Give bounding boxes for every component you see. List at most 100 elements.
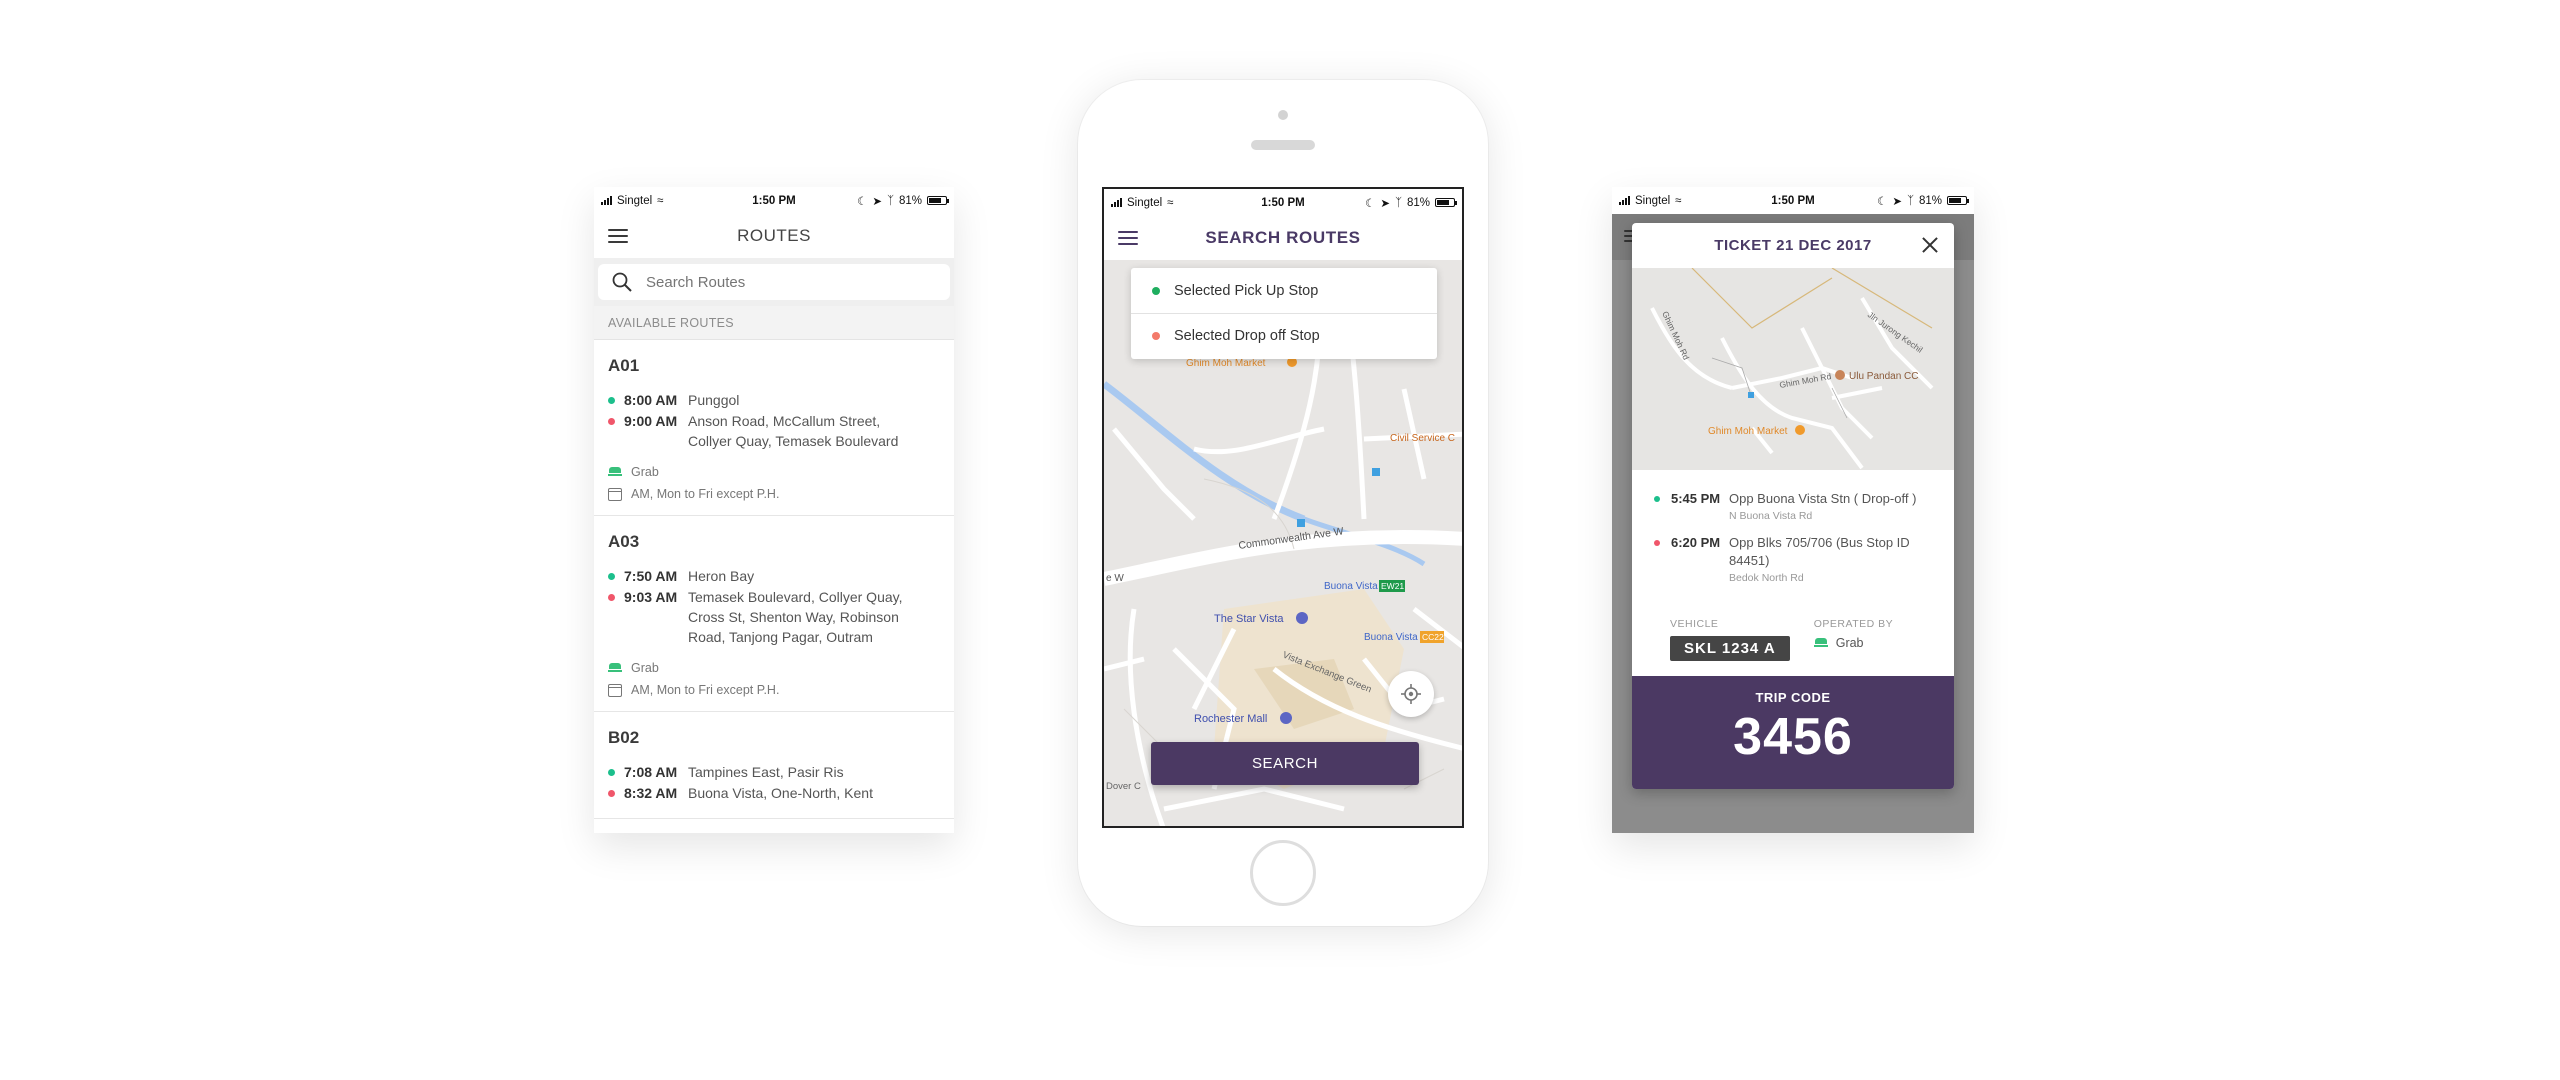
map-label-civil-service: Civil Service C: [1390, 433, 1455, 444]
moon-icon: ☾: [1877, 195, 1888, 208]
svg-text:CC22: CC22: [1422, 632, 1444, 642]
operator-name: Grab: [631, 661, 659, 675]
battery-icon: [1435, 198, 1457, 207]
bluetooth-icon: ᛉ: [887, 194, 894, 207]
route-card[interactable]: A01 8:00 AM Punggol 9:00 AM Anson Road, …: [594, 340, 954, 516]
stop-place: Punggol: [688, 392, 740, 408]
route-code: A01: [608, 356, 640, 375]
ticket-title: TICKET 21 DEC 2017: [1714, 237, 1872, 254]
trip-code-panel: TRIP CODE 3456: [1632, 676, 1954, 789]
battery-percent: 81%: [898, 194, 922, 207]
bus-stop-icon: [1748, 392, 1754, 398]
market-icon: [1795, 425, 1805, 435]
dropoff-stop: 9:00 AM Anson Road, McCallum Street, Col…: [608, 411, 940, 451]
carrier-name: Singtel: [1127, 196, 1163, 209]
stop-place: Anson Road, McCallum Street, Collyer Qua…: [688, 413, 899, 449]
ticket-screen: Singtel ≈ 1:50 PM ☾ ➤ ᛉ 81% TICKET 21 DE…: [1612, 187, 1974, 833]
stop-time: 9:00 AM: [624, 413, 678, 429]
stop-place: Opp Blks 705/706 (Bus Stop ID 84451): [1729, 535, 1910, 568]
pickup-dot-icon: [608, 573, 615, 580]
search-input[interactable]: [644, 272, 904, 292]
pickup-stop: 7:08 AM Tampines East, Pasir Ris: [608, 762, 940, 782]
dropoff-stop: 8:32 AM Buona Vista, One-North, Kent: [608, 783, 940, 803]
battery-icon: [1947, 196, 1969, 205]
trip-code-label: TRIP CODE: [1755, 690, 1831, 705]
dropoff-dot-icon: [1654, 540, 1660, 546]
menu-icon[interactable]: [608, 229, 628, 243]
dropoff-dot-icon: [608, 790, 615, 797]
pickup-dot-icon: [1654, 496, 1660, 502]
operator-name: Grab: [1835, 636, 1864, 650]
route-card[interactable]: B02 7:08 AM Tampines East, Pasir Ris 8:3…: [594, 712, 954, 819]
vehicle-block: VEHICLE SKL 1234 A: [1670, 618, 1790, 661]
search-bar: [594, 258, 954, 306]
route-code: A03: [608, 532, 640, 551]
calendar-icon: [608, 487, 622, 501]
stop-place: Tampines East, Pasir Ris: [688, 764, 844, 780]
signal-icon: [601, 196, 612, 205]
route-card[interactable]: A03 7:50 AM Heron Bay 9:03 AM Temasek Bo…: [594, 516, 954, 712]
ticket-modal: TICKET 21 DEC 2017 Jln Jurong Kechil Ghi…: [1632, 223, 1954, 789]
operator-car-icon: [1813, 637, 1828, 649]
stop-place: Opp Buona Vista Stn ( Drop-off ): [1729, 491, 1917, 506]
bluetooth-icon: ᛉ: [1907, 194, 1914, 207]
bus-stop-icon[interactable]: [1372, 468, 1380, 476]
map-label-ghim-moh-market: Ghim Moh Market: [1708, 426, 1788, 437]
location-arrow-icon: ➤: [1892, 195, 1903, 208]
schedule-text: AM, Mon to Fri except P.H.: [631, 683, 780, 697]
operator-block: OPERATED BY Grab: [1813, 618, 1893, 661]
home-button[interactable]: [1250, 840, 1316, 906]
carrier-name: Singtel: [617, 194, 653, 207]
signal-icon: [1619, 196, 1630, 205]
operator-car-icon: [608, 466, 622, 478]
ticket-map[interactable]: Jln Jurong Kechil Ghim Moh Rd Ulu Pandan…: [1632, 268, 1954, 470]
map-label-buona-vista-cc: Buona Vista: [1364, 632, 1418, 643]
search-box[interactable]: [598, 264, 950, 300]
operator-name: Grab: [631, 465, 659, 479]
location-arrow-icon: ➤: [1380, 197, 1391, 210]
status-bar: Singtel ≈ 1:50 PM ☾ ➤ ᛉ 81%: [1104, 189, 1462, 216]
stop-place: Temasek Boulevard, Collyer Quay, Cross S…: [688, 589, 903, 645]
schedule-text: AM, Mon to Fri except P.H.: [631, 487, 780, 501]
mall-icon: [1280, 712, 1292, 724]
status-bar: Singtel ≈ 1:50 PM ☾ ➤ ᛉ 81%: [594, 187, 954, 214]
menu-icon[interactable]: [1118, 231, 1138, 245]
phone-speaker: [1251, 140, 1315, 150]
routes-list: A01 8:00 AM Punggol 9:00 AM Anson Road, …: [594, 340, 954, 819]
operator-car-icon: [608, 662, 622, 674]
mall-icon: [1296, 612, 1308, 624]
dropoff-stop: 9:03 AM Temasek Boulevard, Collyer Quay,…: [608, 587, 940, 647]
dropoff-stop-field[interactable]: Selected Drop off Stop: [1131, 313, 1437, 358]
battery-percent: 81%: [1406, 196, 1430, 209]
moon-icon: ☾: [1365, 197, 1376, 210]
map-label-buona-vista: Buona Vista: [1324, 581, 1378, 592]
wifi-icon: ≈: [657, 194, 664, 207]
close-icon[interactable]: [1920, 235, 1940, 255]
page-title: ROUTES: [737, 226, 811, 245]
page-title: SEARCH ROUTES: [1205, 228, 1361, 247]
vehicle-label: VEHICLE: [1670, 618, 1719, 630]
vehicle-plate: SKL 1234 A: [1670, 636, 1790, 661]
map-label-ave-w: e W: [1106, 573, 1124, 584]
ticket-info: VEHICLE SKL 1234 A OPERATED BY Grab: [1670, 618, 1954, 661]
bus-stop-icon[interactable]: [1297, 519, 1305, 527]
my-location-button[interactable]: [1388, 671, 1434, 717]
ticket-stops: 5:45 PM Opp Buona Vista Stn ( Drop-off )…: [1632, 490, 1954, 596]
wifi-icon: ≈: [1167, 196, 1174, 209]
dropoff-dot-icon: [608, 418, 615, 425]
stop-time: 7:50 AM: [624, 568, 678, 584]
stop-time: 8:00 AM: [624, 392, 678, 408]
map-label-ghim-moh: Ghim Moh Market: [1186, 358, 1266, 369]
pickup-stop-field[interactable]: Selected Pick Up Stop: [1131, 268, 1437, 313]
search-button[interactable]: SEARCH: [1151, 742, 1419, 785]
stop-selection-card: Selected Pick Up Stop Selected Drop off …: [1131, 268, 1437, 359]
signal-icon: [1111, 198, 1122, 207]
dropoff-stop: 6:20 PM Opp Blks 705/706 (Bus Stop ID 84…: [1654, 534, 1932, 586]
community-centre-icon: [1835, 370, 1845, 380]
stop-time: 5:45 PM: [1671, 491, 1721, 506]
wifi-icon: ≈: [1675, 194, 1682, 207]
stop-time: 7:08 AM: [624, 764, 678, 780]
pickup-label: Selected Pick Up Stop: [1174, 282, 1319, 299]
search-routes-screen: Ghim Moh Market Civil Service C Commonwe…: [1102, 187, 1464, 828]
status-bar: Singtel ≈ 1:50 PM ☾ ➤ ᛉ 81%: [1612, 187, 1974, 214]
